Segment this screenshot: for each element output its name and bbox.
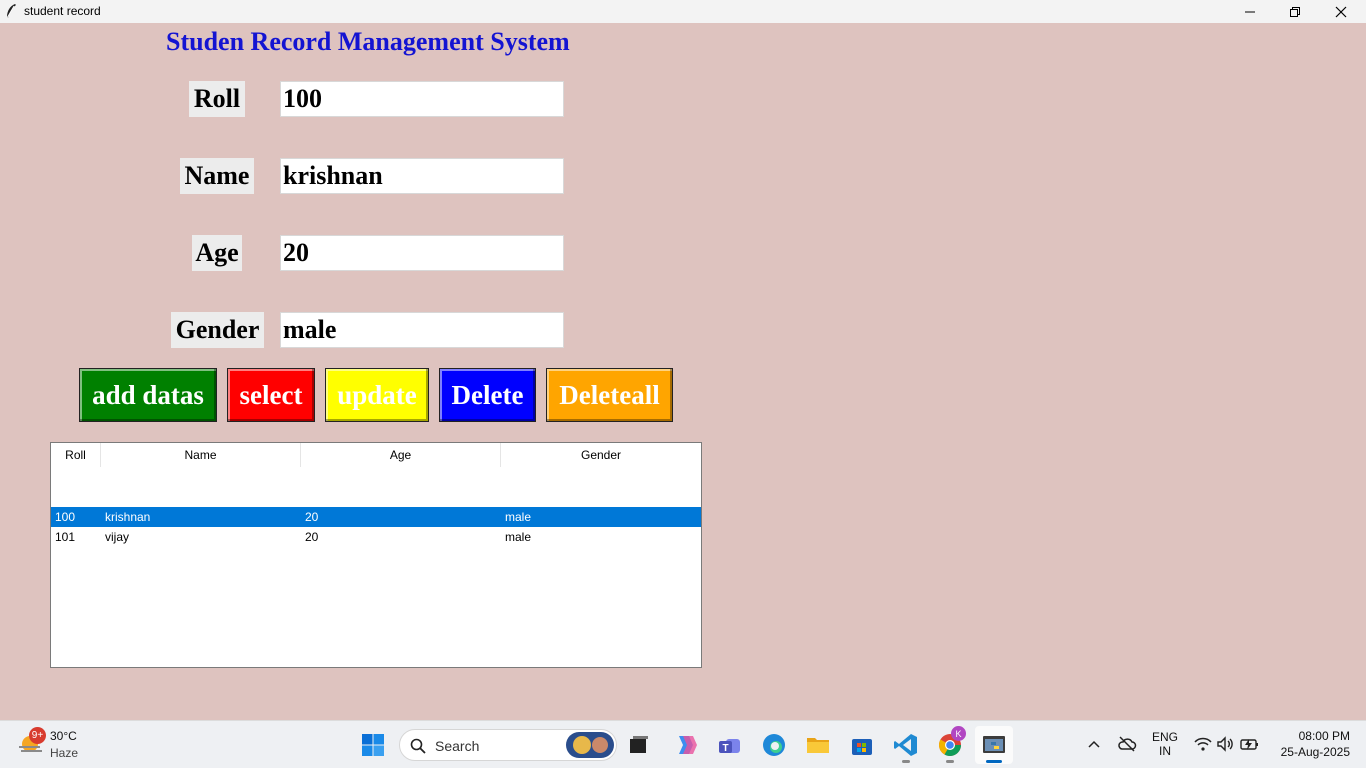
teams-icon: T — [719, 739, 740, 754]
clock-time: 08:00 PM — [1298, 729, 1350, 743]
weather-temperature: 30°C — [50, 729, 77, 743]
store-button[interactable] — [849, 733, 875, 757]
start-button[interactable] — [361, 733, 385, 757]
table-row[interactable]: 100 krishnan 20 male — [51, 507, 701, 527]
gender-label: Gender — [171, 312, 264, 348]
roll-input[interactable]: 100 — [280, 81, 564, 117]
volume-icon — [1217, 736, 1233, 752]
onedrive-button[interactable] — [1117, 735, 1137, 753]
close-button[interactable] — [1318, 0, 1364, 23]
region-code: IN — [1159, 744, 1171, 758]
clock[interactable]: 08:00 PM 25-Aug-2025 — [1270, 729, 1350, 759]
deleteall-button[interactable]: Deleteall — [546, 368, 673, 422]
vscode-button[interactable] — [893, 732, 919, 763]
column-header-gender[interactable]: Gender — [501, 443, 701, 467]
chrome-button[interactable]: K — [937, 726, 966, 763]
running-indicator — [946, 760, 954, 763]
windows-icon — [362, 734, 384, 756]
feather-icon — [6, 4, 16, 19]
active-indicator — [986, 760, 1002, 763]
copilot-button[interactable] — [673, 733, 699, 757]
close-icon — [1335, 6, 1347, 17]
restore-icon — [1290, 6, 1300, 17]
window-title-bar: student record — [0, 0, 1366, 23]
cell-age: 20 — [305, 510, 319, 524]
language-code: ENG — [1151, 730, 1178, 744]
restore-button[interactable] — [1272, 0, 1318, 23]
taskbar-search[interactable]: Search — [399, 729, 617, 761]
minimize-icon — [1245, 11, 1255, 12]
vscode-icon — [894, 734, 917, 756]
add-datas-button[interactable]: add datas — [79, 368, 217, 422]
delete-button[interactable]: Delete — [439, 368, 536, 422]
student-table[interactable]: Roll Name Age Gender 100 krishnan 20 mal… — [50, 442, 702, 668]
edge-button[interactable] — [761, 732, 787, 758]
search-icon — [410, 738, 426, 754]
cell-age: 20 — [305, 530, 319, 544]
weather-widget[interactable]: 9+ — [16, 727, 46, 759]
battery-charging-icon — [1240, 739, 1258, 750]
age-input[interactable]: 20 — [280, 235, 564, 271]
running-indicator — [902, 760, 910, 763]
wifi-icon — [1194, 737, 1212, 751]
column-header-age[interactable]: Age — [301, 443, 501, 467]
search-highlight-icon — [573, 736, 608, 754]
window-title: student record — [24, 4, 101, 18]
chevron-up-icon — [1088, 740, 1100, 748]
app-title: Studen Record Management System — [166, 27, 570, 56]
cell-gender: male — [505, 530, 532, 544]
language-indicator[interactable]: ENG IN — [1148, 730, 1182, 758]
teams-button[interactable]: T — [717, 733, 743, 757]
show-hidden-icons-button[interactable] — [1086, 736, 1102, 752]
cloud-offline-icon — [1118, 736, 1137, 752]
table-header: Roll Name Age Gender — [51, 443, 701, 467]
search-placeholder: Search — [435, 738, 480, 754]
svg-text:T: T — [722, 743, 728, 754]
cell-gender: male — [505, 510, 532, 524]
search-highlight-image — [566, 732, 614, 758]
task-view-button[interactable] — [628, 735, 650, 755]
update-button[interactable]: update — [325, 368, 429, 422]
weather-description: Haze — [50, 746, 79, 760]
chrome-profile-badge: K — [951, 726, 966, 741]
column-header-name[interactable]: Name — [101, 443, 301, 467]
python-app-button[interactable] — [975, 726, 1013, 764]
task-view-icon — [630, 736, 648, 753]
quick-settings-button[interactable] — [1192, 734, 1262, 754]
select-button[interactable]: select — [227, 368, 315, 422]
minimize-button[interactable] — [1227, 0, 1273, 23]
age-label: Age — [192, 235, 242, 271]
name-label: Name — [180, 158, 254, 194]
cell-name: krishnan — [105, 510, 151, 524]
cell-roll: 101 — [55, 530, 76, 544]
weather-badge: 9+ — [29, 727, 46, 744]
folder-icon — [807, 738, 829, 753]
copilot-icon — [679, 736, 697, 754]
taskbar: 9+ 30°C Haze Search T K ENG IN 08:00 PM … — [0, 720, 1366, 768]
store-icon — [852, 739, 872, 755]
python-window-icon — [983, 736, 1005, 753]
clock-date: 25-Aug-2025 — [1280, 745, 1350, 759]
column-header-roll[interactable]: Roll — [51, 443, 101, 467]
table-row[interactable]: 101 vijay 20 male — [51, 527, 701, 547]
cell-roll: 100 — [55, 510, 76, 524]
roll-label: Roll — [189, 81, 245, 117]
edge-icon — [763, 734, 785, 756]
name-input[interactable]: krishnan — [280, 158, 564, 194]
gender-input[interactable]: male — [280, 312, 564, 348]
cell-name: vijay — [105, 530, 130, 544]
file-explorer-button[interactable] — [805, 733, 831, 757]
